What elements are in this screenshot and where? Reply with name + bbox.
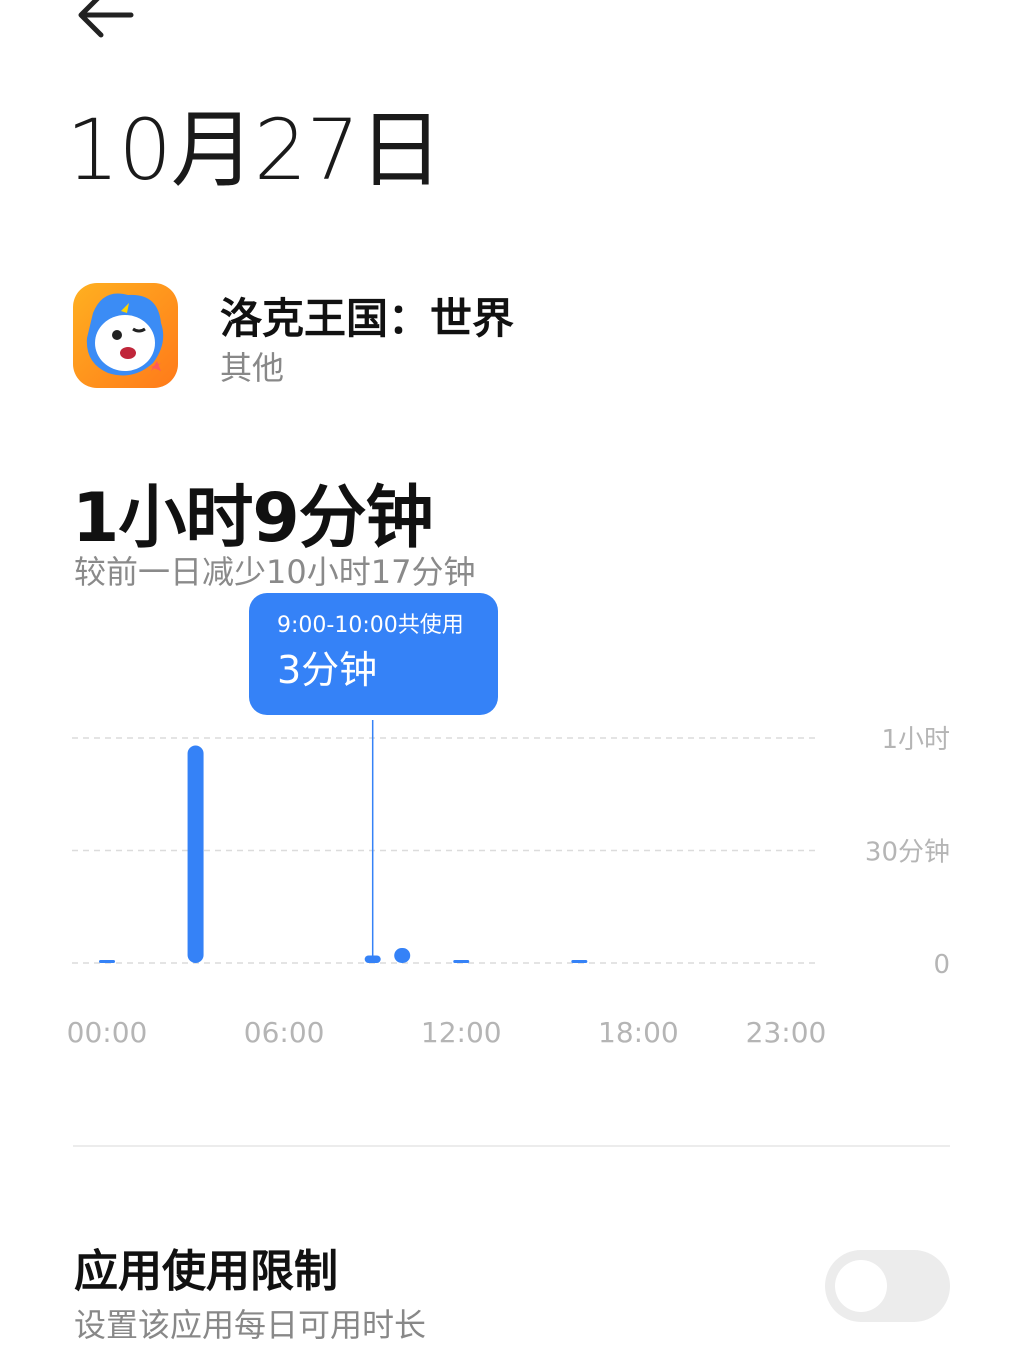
app-limit-description: 设置该应用每日可用时长: [74, 1306, 427, 1344]
x-tick-label: 06:00: [244, 1016, 325, 1049]
usage-bar[interactable]: [571, 960, 588, 963]
usage-bar[interactable]: [453, 960, 470, 963]
app-limit-toggle[interactable]: [825, 1250, 950, 1322]
app-limit-title: 应用使用限制: [74, 1246, 338, 1297]
usage-bar[interactable]: [99, 960, 115, 963]
tooltip-value: 3分钟: [277, 648, 378, 692]
x-tick-label: 23:00: [746, 1016, 827, 1049]
app-category: 其他: [220, 349, 285, 387]
toggle-knob: [835, 1260, 887, 1312]
y-tick-label: 30分钟: [865, 838, 950, 868]
roco-kingdom-app-icon: [73, 283, 178, 388]
back-button[interactable]: [60, 0, 150, 50]
tooltip-range: 9:00-10:00共使用: [277, 613, 464, 638]
divider: [73, 1145, 950, 1147]
x-tick-label: 18:00: [598, 1016, 679, 1049]
back-arrow-icon: [78, 0, 134, 38]
usage-bar[interactable]: [394, 948, 411, 963]
x-tick-label: 00:00: [67, 1016, 148, 1049]
usage-bar[interactable]: [187, 745, 204, 964]
usage-bar-chart[interactable]: 1小时 30分钟 0 00:00 06:00 12:00 18:00 23:00: [0, 720, 1024, 1060]
usage-comparison: 较前一日减少10小时17分钟: [74, 553, 476, 591]
y-tick-label: 1小时: [881, 725, 950, 755]
hour-usage-tooltip: 9:00-10:00共使用 3分钟: [249, 593, 498, 715]
y-tick-label: 0: [933, 950, 950, 980]
x-tick-label: 12:00: [421, 1016, 502, 1049]
usage-bar[interactable]: [364, 955, 381, 964]
page-title: 10月27日: [66, 101, 443, 199]
app-name: 洛克王国：世界: [220, 294, 515, 343]
